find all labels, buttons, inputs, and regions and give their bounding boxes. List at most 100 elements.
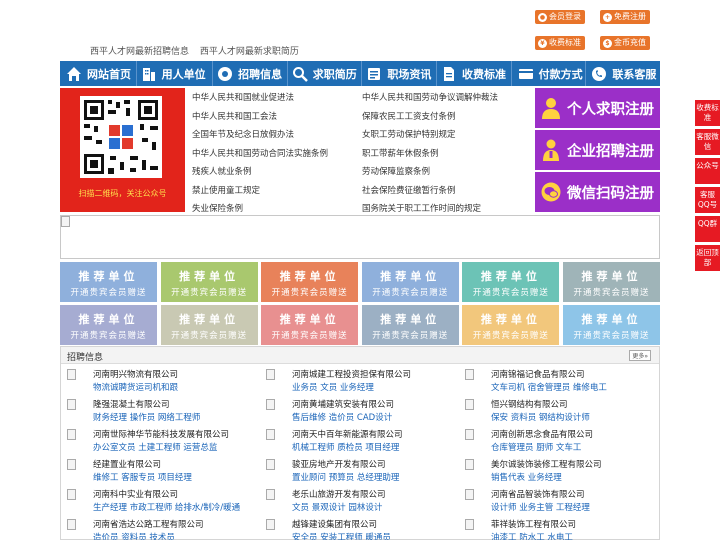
- nav-resumes[interactable]: 求职简历: [288, 61, 362, 86]
- more-link[interactable]: 更多»: [629, 350, 651, 361]
- company-jobs[interactable]: 保安 资料员 钢结构设计师: [491, 411, 590, 423]
- company-name[interactable]: 菲祥装饰工程有限公司: [491, 518, 576, 530]
- company-item[interactable]: 河南天中百年新能源有限公司 机械工程师 质检员 项目经理: [260, 427, 455, 457]
- company-name[interactable]: 河南创新思念食品有限公司: [491, 428, 593, 440]
- header-link[interactable]: 西平人才网最新求职简历: [200, 47, 299, 57]
- company-item[interactable]: 河南锦福记食品有限公司 文车司机 宿舍管理员 维修电工: [459, 367, 654, 397]
- company-name[interactable]: 河南科中实业有限公司: [93, 488, 178, 500]
- company-item[interactable]: 河南黄埔建筑安装有限公司 售后维修 造价员 CAD设计: [260, 397, 455, 427]
- register-button[interactable]: + 免费注册: [600, 10, 650, 24]
- company-name[interactable]: 河南天中百年新能源有限公司: [292, 428, 403, 440]
- recommend-tile[interactable]: 推荐单位 开通贵宾会员赠送: [261, 305, 359, 345]
- policy-link[interactable]: 残疾人就业条例: [192, 165, 362, 177]
- banner-ad[interactable]: [60, 215, 660, 259]
- side-wechat[interactable]: 客服微信: [695, 129, 720, 155]
- company-jobs[interactable]: 销售代表 业务经理: [491, 471, 562, 483]
- company-name[interactable]: 河南城建工程投资担保有限公司: [292, 368, 411, 380]
- company-name[interactable]: 老乐山旅游开发有限公司: [292, 488, 386, 500]
- company-item[interactable]: 河南城建工程投资担保有限公司 业务员 文员 业务经理: [260, 367, 455, 397]
- company-register-button[interactable]: 企业招聘注册: [535, 130, 660, 170]
- pricing-button[interactable]: ¥ 收费标准: [535, 36, 585, 50]
- company-item[interactable]: 河南世际神华节能科技发展有限公司 办公室文员 土建工程师 运营总监: [61, 427, 256, 457]
- company-jobs[interactable]: 造价员 资料员 技术员: [93, 531, 175, 540]
- recommend-tile[interactable]: 推荐单位 开通贵宾会员赠送: [462, 305, 560, 345]
- company-item[interactable]: 越锋建设集团有限公司 安全员 安装工程师 暖通员: [260, 517, 455, 540]
- nav-contact[interactable]: 联系客服: [586, 61, 660, 86]
- header-link[interactable]: 西平人才网最新招聘信息: [90, 47, 189, 57]
- policy-link[interactable]: 中华人民共和国劳动合同法实施条例: [192, 147, 362, 159]
- policy-link[interactable]: 职工带薪年休假条例: [362, 147, 532, 159]
- company-name[interactable]: 河南黄埔建筑安装有限公司: [292, 398, 394, 410]
- company-name[interactable]: 经建置业有限公司: [93, 458, 161, 470]
- recommend-tile[interactable]: 推荐单位 开通贵宾会员赠送: [160, 262, 258, 302]
- company-item[interactable]: 经建置业有限公司 维修工 客服专员 项目经理: [61, 457, 256, 487]
- company-name[interactable]: 恒兴钢结构有限公司: [491, 398, 568, 410]
- company-item[interactable]: 河南科中实业有限公司 生产经理 市政工程师 给排水/制冷/暖通: [61, 487, 256, 517]
- recommend-tile[interactable]: 推荐单位 开通贵宾会员赠送: [563, 262, 660, 302]
- company-item[interactable]: 河南创新思念食品有限公司 仓库管理员 厨师 文车工: [459, 427, 654, 457]
- company-item[interactable]: 美尔诚装饰装修工程有限公司 销售代表 业务经理: [459, 457, 654, 487]
- recommend-tile[interactable]: 推荐单位 开通贵宾会员赠送: [361, 305, 459, 345]
- company-jobs[interactable]: 售后维修 造价员 CAD设计: [292, 411, 392, 423]
- company-jobs[interactable]: 文员 景观设计 园林设计: [292, 501, 382, 513]
- policy-link[interactable]: 社会保险费征缴暂行条例: [362, 184, 532, 196]
- recommend-tile[interactable]: 推荐单位 开通贵宾会员赠送: [462, 262, 560, 302]
- company-name[interactable]: 骏亚房地产开发有限公司: [292, 458, 386, 470]
- company-item[interactable]: 河南省品智装饰有限公司 设计师 业务主管 工程经理: [459, 487, 654, 517]
- login-button[interactable]: ● 会员登录: [535, 10, 585, 24]
- policy-link[interactable]: 中华人民共和国劳动争议调解仲裁法: [362, 91, 532, 103]
- policy-link[interactable]: 失业保险条例: [192, 202, 362, 214]
- policy-link[interactable]: 女职工劳动保护特别规定: [362, 128, 532, 140]
- recommend-tile[interactable]: 推荐单位 开通贵宾会员赠送: [361, 262, 459, 302]
- nav-payment[interactable]: 付款方式: [512, 61, 586, 86]
- company-item[interactable]: 骏亚房地产开发有限公司 置业顾问 预算员 总经理助理: [260, 457, 455, 487]
- company-jobs[interactable]: 机械工程师 质检员 项目经理: [292, 441, 399, 453]
- policy-link[interactable]: 保障农民工工资支付条例: [362, 110, 532, 122]
- policy-link[interactable]: 劳动保障监察条例: [362, 165, 532, 177]
- policy-link[interactable]: 中华人民共和国工会法: [192, 110, 362, 122]
- company-name[interactable]: 河南明兴物流有限公司: [93, 368, 178, 380]
- policy-link[interactable]: 禁止使用童工规定: [192, 184, 362, 196]
- company-jobs[interactable]: 业务员 文员 业务经理: [292, 381, 374, 393]
- company-jobs[interactable]: 仓库管理员 厨师 文车工: [491, 441, 581, 453]
- company-name[interactable]: 河南省浩达公路工程有限公司: [93, 518, 204, 530]
- recommend-tile[interactable]: 推荐单位 开通贵宾会员赠送: [160, 305, 258, 345]
- company-jobs[interactable]: 安全员 安装工程师 暖通员: [292, 531, 391, 540]
- nav-pricing[interactable]: 收费标准: [437, 61, 511, 86]
- company-item[interactable]: 隆强混凝土有限公司 财务经理 操作员 网络工程师: [61, 397, 256, 427]
- nav-news[interactable]: 职场资讯: [362, 61, 436, 86]
- company-item[interactable]: 河南明兴物流有限公司 物流诚聘货运司机和跟: [61, 367, 256, 397]
- company-name[interactable]: 越锋建设集团有限公司: [292, 518, 377, 530]
- recommend-tile[interactable]: 推荐单位 开通贵宾会员赠送: [261, 262, 359, 302]
- recommend-tile[interactable]: 推荐单位 开通贵宾会员赠送: [60, 262, 157, 302]
- company-jobs[interactable]: 维修工 客服专员 项目经理: [93, 471, 192, 483]
- side-back-to-top[interactable]: 返回顶部: [695, 245, 720, 271]
- company-item[interactable]: 恒兴钢结构有限公司 保安 资料员 钢结构设计师: [459, 397, 654, 427]
- company-name[interactable]: 河南世际神华节能科技发展有限公司: [93, 428, 229, 440]
- company-jobs[interactable]: 生产经理 市政工程师 给排水/制冷/暖通: [93, 501, 240, 513]
- personal-register-button[interactable]: 个人求职注册: [535, 88, 660, 128]
- side-qq-group[interactable]: QQ群: [695, 216, 720, 242]
- company-jobs[interactable]: 置业顾问 预算员 总经理助理: [292, 471, 399, 483]
- company-jobs[interactable]: 财务经理 操作员 网络工程师: [93, 411, 200, 423]
- wechat-register-button[interactable]: 微信扫码注册: [535, 172, 660, 212]
- company-item[interactable]: 河南省浩达公路工程有限公司 造价员 资料员 技术员: [61, 517, 256, 540]
- company-item[interactable]: 老乐山旅游开发有限公司 文员 景观设计 园林设计: [260, 487, 455, 517]
- recommend-tile[interactable]: 推荐单位 开通贵宾会员赠送: [60, 305, 157, 345]
- nav-home[interactable]: 网站首页: [60, 61, 136, 86]
- side-qq[interactable]: 客服QQ号: [695, 187, 720, 213]
- company-item[interactable]: 菲祥装饰工程有限公司 油漆工 防水工 水电工: [459, 517, 654, 540]
- company-jobs[interactable]: 设计师 业务主管 工程经理: [491, 501, 590, 513]
- side-official-account[interactable]: 公众号: [695, 158, 720, 184]
- company-name[interactable]: 河南锦福记食品有限公司: [491, 368, 585, 380]
- company-jobs[interactable]: 文车司机 宿舍管理员 维修电工: [491, 381, 607, 393]
- side-pricing[interactable]: 收费标准: [695, 100, 720, 126]
- company-jobs[interactable]: 办公室文员 土建工程师 运营总监: [93, 441, 217, 453]
- recommend-tile[interactable]: 推荐单位 开通贵宾会员赠送: [563, 305, 660, 345]
- policy-link[interactable]: 中华人民共和国就业促进法: [192, 91, 362, 103]
- nav-jobs[interactable]: 招聘信息: [213, 61, 287, 86]
- company-name[interactable]: 河南省品智装饰有限公司: [491, 488, 585, 500]
- company-name[interactable]: 美尔诚装饰装修工程有限公司: [491, 458, 602, 470]
- nav-employers[interactable]: 用人单位: [137, 61, 213, 86]
- policy-link[interactable]: 全国年节及纪念日放假办法: [192, 128, 362, 140]
